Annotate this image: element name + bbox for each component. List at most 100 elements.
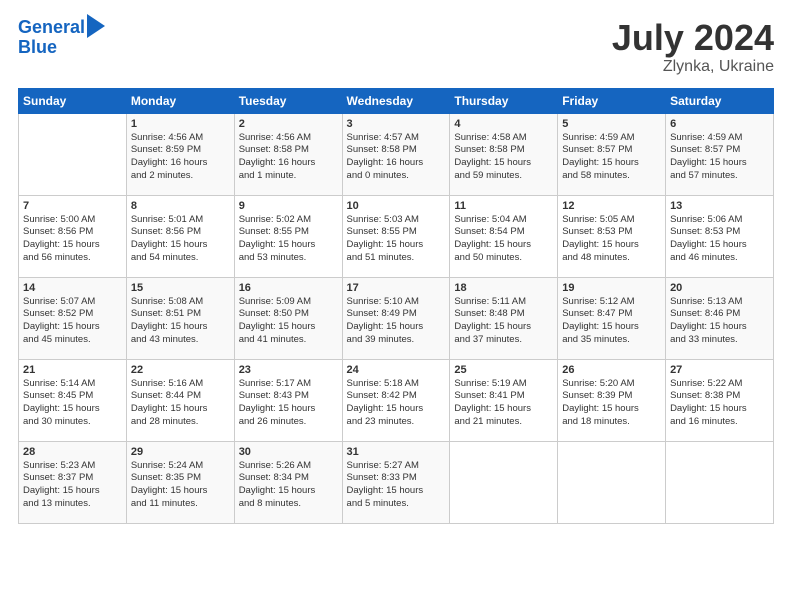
day-info: Sunrise: 5:07 AM Sunset: 8:52 PM Dayligh… bbox=[23, 296, 122, 347]
calendar-cell: 1 Sunrise: 4:56 AM Sunset: 8:59 PM Daylig… bbox=[126, 113, 234, 195]
calendar-week-row: 28 Sunrise: 5:23 AM Sunset: 8:37 PM Dayli… bbox=[19, 441, 774, 523]
calendar-week-row: 1 Sunrise: 4:56 AM Sunset: 8:59 PM Daylig… bbox=[19, 113, 774, 195]
day-number: 7 bbox=[23, 200, 122, 212]
calendar-cell: 15Sunrise: 5:08 AM Sunset: 8:51 PM Dayli… bbox=[126, 277, 234, 359]
day-info: Sunrise: 5:06 AM Sunset: 8:53 PM Dayligh… bbox=[670, 214, 769, 265]
calendar-cell: 2Sunrise: 4:56 AM Sunset: 8:58 PM Daylig… bbox=[234, 113, 342, 195]
day-number: 3 bbox=[347, 118, 446, 130]
day-info: Sunrise: 4:59 AM Sunset: 8:57 PM Dayligh… bbox=[670, 132, 769, 183]
calendar-cell: 11 Sunrise: 5:04 AM Sunset: 8:54 PM Dayli… bbox=[450, 195, 558, 277]
logo-text-blue: Blue bbox=[18, 38, 105, 58]
calendar-cell: 16 Sunrise: 5:09 AM Sunset: 8:50 PM Dayli… bbox=[234, 277, 342, 359]
day-number: 30 bbox=[239, 446, 338, 458]
location-title: Zlynka, Ukraine bbox=[612, 58, 774, 76]
day-number: 31 bbox=[347, 446, 446, 458]
day-info: Sunrise: 5:17 AM Sunset: 8:43 PM Dayligh… bbox=[239, 378, 338, 429]
calendar-week-row: 21 Sunrise: 5:14 AM Sunset: 8:45 PM Dayli… bbox=[19, 359, 774, 441]
day-info: Sunrise: 5:14 AM Sunset: 8:45 PM Dayligh… bbox=[23, 378, 122, 429]
day-info: Sunrise: 4:56 AM Sunset: 8:59 PM Dayligh… bbox=[131, 132, 230, 183]
logo: General Blue bbox=[18, 18, 105, 58]
calendar-cell: 31 Sunrise: 5:27 AM Sunset: 8:33 PM Dayli… bbox=[342, 441, 450, 523]
day-info: Sunrise: 5:24 AM Sunset: 8:35 PM Dayligh… bbox=[131, 460, 230, 511]
calendar-cell: 10 Sunrise: 5:03 AM Sunset: 8:55 PM Dayli… bbox=[342, 195, 450, 277]
day-info: Sunrise: 5:12 AM Sunset: 8:47 PM Dayligh… bbox=[562, 296, 661, 347]
day-number: 24 bbox=[347, 364, 446, 376]
calendar-cell bbox=[450, 441, 558, 523]
calendar-cell: 18 Sunrise: 5:11 AM Sunset: 8:48 PM Dayli… bbox=[450, 277, 558, 359]
day-number: 1 bbox=[131, 118, 230, 130]
calendar-cell: 27 Sunrise: 5:22 AM Sunset: 8:38 PM Dayli… bbox=[666, 359, 774, 441]
day-number: 26 bbox=[562, 364, 661, 376]
day-info: Sunrise: 5:13 AM Sunset: 8:46 PM Dayligh… bbox=[670, 296, 769, 347]
day-info: Sunrise: 5:22 AM Sunset: 8:38 PM Dayligh… bbox=[670, 378, 769, 429]
calendar-cell: 24Sunrise: 5:18 AM Sunset: 8:42 PM Dayli… bbox=[342, 359, 450, 441]
day-number: 12 bbox=[562, 200, 661, 212]
day-number: 28 bbox=[23, 446, 122, 458]
day-info: Sunrise: 4:56 AM Sunset: 8:58 PM Dayligh… bbox=[239, 132, 338, 183]
calendar-cell: 29 Sunrise: 5:24 AM Sunset: 8:35 PM Dayli… bbox=[126, 441, 234, 523]
day-info: Sunrise: 4:58 AM Sunset: 8:58 PM Dayligh… bbox=[454, 132, 553, 183]
weekday-header: Sunday bbox=[19, 88, 127, 113]
logo-arrow-icon bbox=[87, 14, 105, 38]
weekday-header: Wednesday bbox=[342, 88, 450, 113]
day-number: 8 bbox=[131, 200, 230, 212]
weekday-header: Monday bbox=[126, 88, 234, 113]
day-number: 13 bbox=[670, 200, 769, 212]
calendar-cell: 8Sunrise: 5:01 AM Sunset: 8:56 PM Daylig… bbox=[126, 195, 234, 277]
calendar-week-row: 7 Sunrise: 5:00 AM Sunset: 8:56 PM Daylig… bbox=[19, 195, 774, 277]
day-info: Sunrise: 5:03 AM Sunset: 8:55 PM Dayligh… bbox=[347, 214, 446, 265]
day-info: Sunrise: 5:08 AM Sunset: 8:51 PM Dayligh… bbox=[131, 296, 230, 347]
day-info: Sunrise: 5:11 AM Sunset: 8:48 PM Dayligh… bbox=[454, 296, 553, 347]
day-number: 4 bbox=[454, 118, 553, 130]
calendar-cell: 23 Sunrise: 5:17 AM Sunset: 8:43 PM Dayli… bbox=[234, 359, 342, 441]
calendar-cell: 3 Sunrise: 4:57 AM Sunset: 8:58 PM Daylig… bbox=[342, 113, 450, 195]
day-number: 29 bbox=[131, 446, 230, 458]
calendar-cell: 9 Sunrise: 5:02 AM Sunset: 8:55 PM Daylig… bbox=[234, 195, 342, 277]
day-info: Sunrise: 4:57 AM Sunset: 8:58 PM Dayligh… bbox=[347, 132, 446, 183]
day-info: Sunrise: 5:19 AM Sunset: 8:41 PM Dayligh… bbox=[454, 378, 553, 429]
day-number: 19 bbox=[562, 282, 661, 294]
weekday-header: Thursday bbox=[450, 88, 558, 113]
day-info: Sunrise: 5:27 AM Sunset: 8:33 PM Dayligh… bbox=[347, 460, 446, 511]
day-info: Sunrise: 5:10 AM Sunset: 8:49 PM Dayligh… bbox=[347, 296, 446, 347]
calendar-cell bbox=[666, 441, 774, 523]
month-title: July 2024 bbox=[612, 18, 774, 58]
day-info: Sunrise: 5:26 AM Sunset: 8:34 PM Dayligh… bbox=[239, 460, 338, 511]
day-number: 6 bbox=[670, 118, 769, 130]
day-number: 11 bbox=[454, 200, 553, 212]
logo-text: General bbox=[18, 18, 85, 38]
calendar-cell: 17 Sunrise: 5:10 AM Sunset: 8:49 PM Dayli… bbox=[342, 277, 450, 359]
day-number: 18 bbox=[454, 282, 553, 294]
calendar-cell: 25Sunrise: 5:19 AM Sunset: 8:41 PM Dayli… bbox=[450, 359, 558, 441]
day-info: Sunrise: 5:16 AM Sunset: 8:44 PM Dayligh… bbox=[131, 378, 230, 429]
calendar-cell: 7 Sunrise: 5:00 AM Sunset: 8:56 PM Daylig… bbox=[19, 195, 127, 277]
page-header: General Blue July 2024 Zlynka, Ukraine bbox=[18, 18, 774, 76]
day-number: 16 bbox=[239, 282, 338, 294]
day-number: 21 bbox=[23, 364, 122, 376]
calendar-cell: 6 Sunrise: 4:59 AM Sunset: 8:57 PM Daylig… bbox=[666, 113, 774, 195]
day-number: 5 bbox=[562, 118, 661, 130]
calendar-cell: 26 Sunrise: 5:20 AM Sunset: 8:39 PM Dayli… bbox=[558, 359, 666, 441]
title-block: July 2024 Zlynka, Ukraine bbox=[612, 18, 774, 76]
day-info: Sunrise: 5:09 AM Sunset: 8:50 PM Dayligh… bbox=[239, 296, 338, 347]
day-number: 17 bbox=[347, 282, 446, 294]
day-number: 20 bbox=[670, 282, 769, 294]
day-number: 27 bbox=[670, 364, 769, 376]
day-info: Sunrise: 5:00 AM Sunset: 8:56 PM Dayligh… bbox=[23, 214, 122, 265]
calendar-cell: 12Sunrise: 5:05 AM Sunset: 8:53 PM Dayli… bbox=[558, 195, 666, 277]
calendar-cell: 22Sunrise: 5:16 AM Sunset: 8:44 PM Dayli… bbox=[126, 359, 234, 441]
day-info: Sunrise: 5:04 AM Sunset: 8:54 PM Dayligh… bbox=[454, 214, 553, 265]
day-number: 10 bbox=[347, 200, 446, 212]
calendar-cell: 30 Sunrise: 5:26 AM Sunset: 8:34 PM Dayli… bbox=[234, 441, 342, 523]
calendar-cell: 28 Sunrise: 5:23 AM Sunset: 8:37 PM Dayli… bbox=[19, 441, 127, 523]
weekday-header: Saturday bbox=[666, 88, 774, 113]
weekday-header: Tuesday bbox=[234, 88, 342, 113]
day-info: Sunrise: 5:02 AM Sunset: 8:55 PM Dayligh… bbox=[239, 214, 338, 265]
day-number: 23 bbox=[239, 364, 338, 376]
calendar-cell: 19 Sunrise: 5:12 AM Sunset: 8:47 PM Dayli… bbox=[558, 277, 666, 359]
day-info: Sunrise: 5:20 AM Sunset: 8:39 PM Dayligh… bbox=[562, 378, 661, 429]
day-info: Sunrise: 5:23 AM Sunset: 8:37 PM Dayligh… bbox=[23, 460, 122, 511]
calendar-cell bbox=[19, 113, 127, 195]
day-number: 9 bbox=[239, 200, 338, 212]
header-row: SundayMondayTuesdayWednesdayThursdayFrid… bbox=[19, 88, 774, 113]
